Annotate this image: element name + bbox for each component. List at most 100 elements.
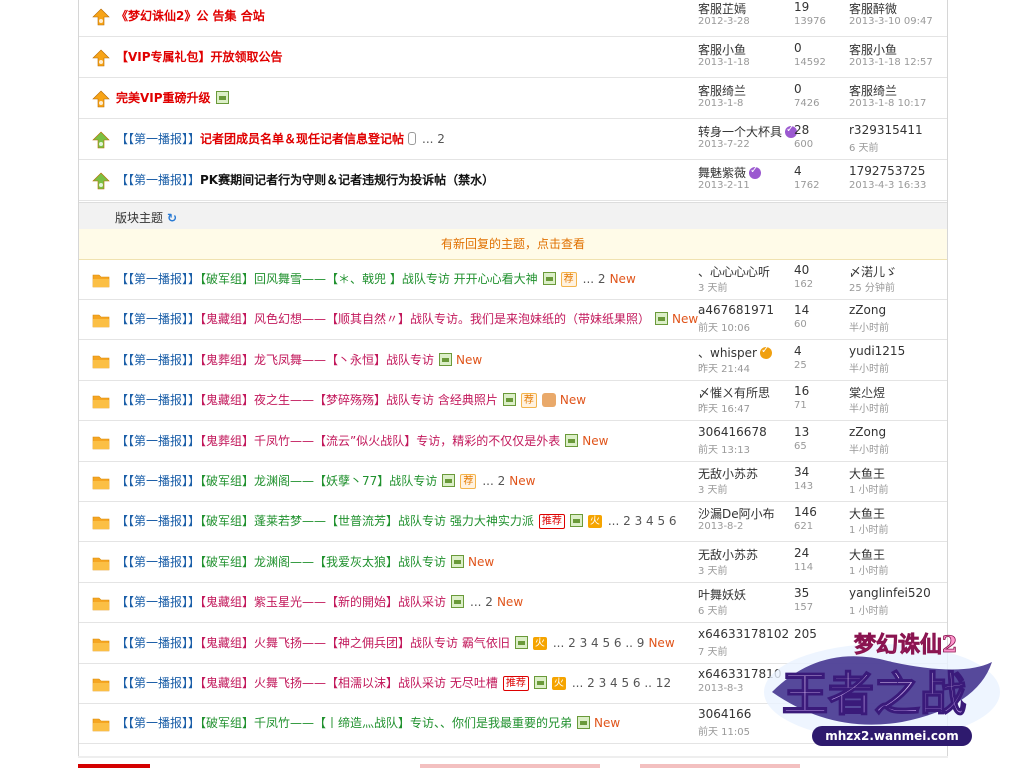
reply-count: 146 [794,505,817,520]
attachment-icon [408,132,417,145]
thread-author[interactable]: 叶舞妖妖 [698,586,746,603]
thread-title-link[interactable]: 【VIP专属礼包】开放领取公告 [116,50,283,64]
group-tag[interactable]: 【鬼藏组】 [200,312,254,326]
group-tag[interactable]: 【破军组】 [200,555,254,569]
page-links[interactable]: ... 2 [422,132,445,146]
pinned-thread-row: 【VIP专属礼包】开放领取公告 客服小鱼 2013-1-18 0 14592 客服小鱼 20… [79,37,947,78]
thread-author[interactable]: 306416678 [698,425,767,439]
thread-author[interactable]: 沙漏De阿小布 [698,505,775,522]
page-links[interactable]: ... 2 [583,272,606,286]
last-poster[interactable]: r329315411 [849,123,923,137]
group-tag[interactable]: 【破军组】 [200,716,254,730]
thread-author[interactable]: a467681971 [698,303,774,317]
last-poster[interactable]: 棠尐煜 [849,384,885,401]
thread-title-link[interactable]: 回风舞雪——【＊、戟兜 】战队专访 开开心心看大神 [254,272,538,286]
thread-author[interactable]: 、心心心心听 [698,263,770,280]
thread-tag[interactable]: 【【第一播报】】 [116,676,200,690]
last-poster[interactable]: 1792753725 [849,164,925,178]
thread-title-link[interactable]: 火舞飞扬——【相濡以沫】战队采访 无尽吐槽 [254,676,498,690]
thread-tag[interactable]: 【【第一播报】】 [116,474,200,488]
group-tag[interactable]: 【破军组】 [200,474,254,488]
page-links[interactable]: ... 2 [482,474,505,488]
group-tag[interactable]: 【鬼藏组】 [200,393,254,407]
thread-title-link[interactable]: 《梦幻诛仙2》公 告集 合站 [116,9,265,23]
page-links[interactable]: ... 2 3 4 5 6 .. 9 [553,636,645,650]
last-poster[interactable]: 大鱼王 [849,546,885,563]
new-label: New [648,635,675,650]
post-date: 昨天 21:44 [698,363,750,375]
thread-title-link[interactable]: 紫玉星光——【新的開始】战队采访 [254,595,446,609]
group-tag[interactable]: 【鬼藏组】 [200,676,254,690]
last-poster[interactable]: 大鱼王 [849,465,885,482]
group-tag[interactable]: 【鬼葬组】 [200,434,254,448]
reply-count: 13 [794,424,810,439]
thread-tag[interactable]: 【【第一播报】】 [116,312,200,326]
folder-icon [92,473,110,491]
folder-icon [92,594,110,612]
thread-tag[interactable]: 【【第一播报】】 [116,514,200,528]
thread-tag[interactable]: 【【第一播报】】 [116,595,200,609]
thread-author[interactable]: 客服小鱼 [698,41,746,58]
thread-author[interactable]: 舞魅紫薇 [698,164,762,181]
last-poster[interactable]: 客服小鱼 [849,41,897,58]
thread-tag[interactable]: 【【第一播报】】 [116,393,200,407]
thread-title-link[interactable]: 龙飞凤舞——【丶永恒】战队专访 [254,353,434,367]
page-links[interactable]: ... 2 [470,595,493,609]
last-poster[interactable]: yanglinfei520 [849,586,931,600]
bottom-tab-active[interactable] [78,764,150,768]
new-label: New [496,595,524,610]
last-poster[interactable]: 大鱼王 [849,505,885,522]
post-date: 前天 10:06 [698,323,750,335]
thread-author[interactable]: 无敌小苏苏 [698,465,758,482]
thread-tag[interactable]: 【【第一播报】】 [116,353,200,367]
last-poster[interactable]: 〆渃儿ゞ [849,263,897,280]
thread-tag[interactable]: 【【第一播报】】 [116,434,200,448]
refresh-icon[interactable]: ↻ [167,211,177,225]
thread-tag[interactable]: 【【第一播报】】 [116,173,200,187]
thread-author[interactable]: 转身一个大杯具 [698,123,798,140]
thread-tag[interactable]: 【【第一播报】】 [116,716,200,730]
thread-title-link[interactable]: 风色幻想——【顺其自然〃】战队专访。我们是来泡妹纸的（带妹纸果照） [254,312,650,326]
thread-title-link[interactable]: 龙渊阁——【妖孽丶77】战队专访 [254,474,437,488]
thread-title-link[interactable]: PK赛期间记者行为守则＆记者违规行为投诉帖（禁水） [200,173,494,187]
thread-title-link[interactable]: 完美VIP重磅升级 [116,91,211,105]
thread-title-link[interactable]: 蓬莱若梦——【世普流芳】战队专访 强力大神实力派 [254,514,534,528]
thread-row: 【【第一播报】】【破军组】龙渊阁——【妖孽丶77】战队专访 荐 ... 2 New 无敌… [79,461,947,502]
bottom-tab[interactable] [420,764,600,768]
thread-title-link[interactable]: 龙渊阁——【我爱灰太狼】战队专访 [254,555,446,569]
thread-title-link[interactable]: 夜之生——【梦碎殇殇】战队专访 含经典照片 [254,393,498,407]
page-links[interactable]: ... 2 3 4 5 6 .. 12 [572,676,671,690]
thread-tag[interactable]: 【【第一播报】】 [116,132,200,146]
thread-tag[interactable]: 【【第一播报】】 [116,272,200,286]
thread-title-link[interactable]: 千凤竹——【丨缔造灬战队】专访、、你们是我最重要的兄弟 [254,716,572,730]
thread-author[interactable]: 、whisper [698,344,772,361]
last-poster[interactable]: zZong [849,425,886,439]
group-tag[interactable]: 【破军组】 [200,514,254,528]
last-poster[interactable]: 客服醉微 [849,0,897,17]
thread-tag[interactable]: 【【第一播报】】 [116,636,200,650]
bottom-tab[interactable] [640,764,800,768]
last-poster[interactable]: zZong [849,303,886,317]
new-replies-notice[interactable]: 有新回复的主题，点击查看 [79,229,947,260]
group-tag[interactable]: 【鬼藏组】 [200,636,254,650]
thread-title-link[interactable]: 记者团成员名单＆现任记者信息登记帖 [200,132,404,146]
thread-author[interactable]: 无敌小苏苏 [698,546,758,563]
last-post-time: 半小时前 [849,323,889,335]
group-tag[interactable]: 【鬼葬组】 [200,353,254,367]
last-poster[interactable]: 客服绮兰 [849,82,897,99]
thread-author[interactable]: 客服绮兰 [698,82,746,99]
thread-row: 【【第一播报】】【破军组】龙渊阁——【我爱灰太狼】战队专访 New 无敌小苏苏 3 天… [79,542,947,583]
thread-title-line: 【【第一播报】】【鬼葬组】千凤竹——【流云”似火战队】专访，精彩的不仅仅是外表 N… [116,433,608,448]
thread-title-link[interactable]: 火舞飞扬——【神之佣兵团】战队专访 霸气依旧 [254,636,510,650]
logo-url[interactable]: mhzx2.wanmei.com [825,729,959,743]
view-count: 7426 [794,98,820,109]
thread-author[interactable]: 〆慛ㄨ有所思 [698,384,770,401]
group-tag[interactable]: 【破军组】 [200,272,254,286]
page-links[interactable]: ... 2 3 4 5 6 [608,514,677,528]
thread-title-link[interactable]: 千凤竹——【流云”似火战队】专访，精彩的不仅仅是外表 [254,434,560,448]
thread-tag[interactable]: 【【第一播报】】 [116,555,200,569]
thread-author[interactable]: 客服芷嫣 [698,0,746,17]
last-poster[interactable]: yudi1215 [849,344,905,358]
reply-count: 28 [794,123,810,137]
group-tag[interactable]: 【鬼藏组】 [200,595,254,609]
